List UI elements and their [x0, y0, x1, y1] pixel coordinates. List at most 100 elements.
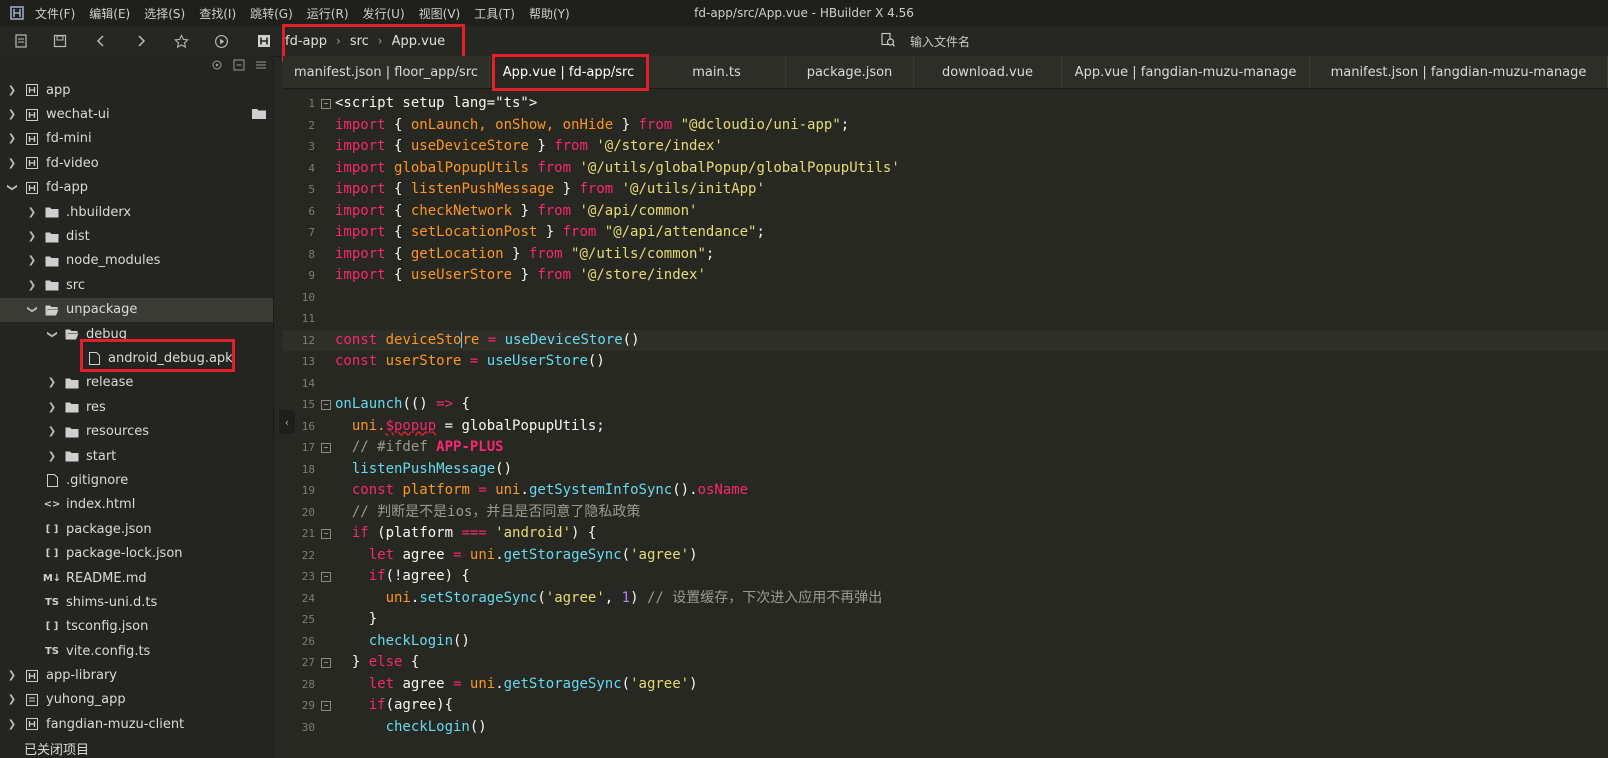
tab-label: download.vue	[942, 64, 1033, 80]
tree-item[interactable]: ❯ node_modules	[0, 249, 273, 273]
tree-item[interactable]: M↓ README.md	[0, 566, 273, 590]
tree-item[interactable]: ❯ yuhong_app	[0, 688, 273, 712]
menu-bar: 文件(F) 编辑(E) 选择(S) 查找(I) 跳转(G) 运行(R) 发行(U…	[0, 0, 1608, 26]
tree-item-label: debug	[86, 326, 127, 342]
folder-icon[interactable]	[251, 107, 267, 124]
tree-item[interactable]: ❯ .hbuilderx	[0, 200, 273, 224]
tree-item[interactable]: ❯ dist	[0, 224, 273, 248]
code-text: import { useDeviceStore } from '@/store/…	[335, 138, 723, 154]
locate-icon[interactable]	[211, 59, 223, 79]
menu-select[interactable]: 选择(S)	[144, 5, 185, 22]
fold-toggle-icon[interactable]: −	[321, 529, 331, 539]
code-line: 15 − onLaunch(() => {	[283, 394, 1608, 416]
tree-item-label: fd-app	[46, 180, 88, 196]
tree-item[interactable]: ❯ res	[0, 395, 273, 419]
fold-toggle-icon[interactable]: −	[321, 572, 331, 582]
collapse-all-icon[interactable]	[233, 59, 245, 79]
tree-item-label: release	[86, 375, 134, 391]
tree-item[interactable]: ❯ fangdian-muzu-client	[0, 712, 273, 736]
project-icon	[24, 156, 40, 170]
file-tree: ❯ app ❯ wechat-ui ❯ fd-mini ❯ fd-video ❯…	[0, 78, 273, 758]
fold-toggle-icon[interactable]: −	[321, 400, 331, 410]
tab-download-vue[interactable]: download.vue	[914, 56, 1062, 88]
menu-view[interactable]: 视图(V)	[419, 5, 461, 22]
markdown-icon: M↓	[42, 572, 62, 584]
closed-projects-item[interactable]: 已关闭项目	[0, 737, 273, 758]
tab-main-ts[interactable]: main.ts	[648, 56, 786, 88]
tree-item[interactable]: TS shims-uni.d.ts	[0, 590, 273, 614]
tree-item[interactable]: ❯ fd-video	[0, 151, 273, 175]
breadcrumb-item-src[interactable]: src	[350, 34, 369, 49]
forward-icon[interactable]	[133, 33, 149, 49]
code-text: const userStore = useUserStore()	[335, 353, 605, 369]
tab-manifest-floor-app[interactable]: manifest.json | floor_app/src	[283, 56, 490, 88]
tree-item[interactable]: ❯ app-library	[0, 663, 273, 687]
menu-find[interactable]: 查找(I)	[199, 5, 236, 22]
back-icon[interactable]	[93, 33, 109, 49]
chevron-right-icon: ❯	[7, 694, 17, 706]
code-editor[interactable]: 1 − <script setup lang="ts"> 2 import { …	[283, 88, 1608, 758]
tree-item[interactable]: ❯ debug	[0, 322, 273, 346]
fold-toggle-icon[interactable]: −	[321, 701, 331, 711]
chevron-right-icon: ❯	[7, 133, 17, 145]
tree-item[interactable]: ❯ unpackage	[0, 297, 273, 322]
tree-item[interactable]: ❯ app	[0, 78, 273, 102]
menu-icon[interactable]	[255, 59, 267, 79]
line-number: 28	[301, 677, 315, 691]
tree-item-label: app	[46, 82, 71, 98]
file-search-icon	[880, 32, 896, 51]
tree-item-android-debug-apk[interactable]: android_debug.apk	[0, 346, 273, 370]
line-number: 30	[301, 720, 315, 734]
tree-item[interactable]: ❯ fd-mini	[0, 127, 273, 151]
code-text: import { checkNetwork } from '@/api/comm…	[335, 202, 698, 219]
code-line: 5 import { listenPushMessage } from '@/u…	[283, 179, 1608, 201]
tree-item[interactable]: ❯ release	[0, 371, 273, 395]
new-file-icon[interactable]	[13, 33, 29, 49]
fold-toggle-icon[interactable]: −	[321, 443, 331, 453]
fold-toggle-icon[interactable]: −	[321, 658, 331, 668]
tree-item-label: vite.config.ts	[66, 643, 151, 659]
menu-tools[interactable]: 工具(T)	[474, 5, 515, 22]
tree-item[interactable]: ❯ fd-app	[0, 176, 273, 200]
breadcrumb-item-app-vue[interactable]: App.vue	[392, 34, 445, 49]
tree-item[interactable]: ❯ wechat-ui	[0, 102, 273, 126]
save-icon[interactable]	[52, 33, 68, 49]
star-icon[interactable]	[173, 33, 189, 49]
fold-toggle-icon[interactable]: −	[321, 99, 331, 109]
tree-item[interactable]: [ ] package.json	[0, 517, 273, 541]
folder-icon	[64, 400, 80, 414]
breadcrumb-item-fd-app[interactable]: fd-app	[285, 34, 327, 49]
tree-item[interactable]: TS vite.config.ts	[0, 639, 273, 663]
menu-run[interactable]: 运行(R)	[307, 5, 349, 22]
tree-item[interactable]: ❯ src	[0, 273, 273, 297]
line-number: 22	[301, 548, 315, 562]
menu-publish[interactable]: 发行(U)	[363, 5, 405, 22]
tab-manifest-fangdian[interactable]: manifest.json | fangdian-muzu-manage	[1310, 56, 1608, 88]
project-icon	[24, 132, 40, 146]
folder-icon	[64, 449, 80, 463]
tab-app-vue-fangdian[interactable]: App.vue | fangdian-muzu-manage	[1062, 56, 1310, 88]
menu-edit[interactable]: 编辑(E)	[89, 5, 130, 22]
code-text: import { setLocationPost } from "@/api/a…	[335, 224, 765, 240]
line-number: 10	[301, 290, 315, 304]
line-number: 5	[308, 183, 315, 196]
menu-goto[interactable]: 跳转(G)	[250, 5, 293, 22]
project-explorer: ❯ app ❯ wechat-ui ❯ fd-mini ❯ fd-video ❯…	[0, 56, 274, 758]
menu-help[interactable]: 帮助(Y)	[529, 5, 570, 22]
code-line: 13 const userStore = useUserStore()	[283, 351, 1608, 373]
menu-file[interactable]: 文件(F)	[35, 5, 75, 22]
tab-package-json[interactable]: package.json	[786, 56, 914, 88]
tree-item[interactable]: <> index.html	[0, 493, 273, 517]
code-line: 3 import { useDeviceStore } from '@/stor…	[283, 136, 1608, 158]
tree-item[interactable]: [ ] tsconfig.json	[0, 615, 273, 639]
tab-app-vue-fd-app[interactable]: App.vue | fd-app/src	[490, 56, 648, 88]
tree-item[interactable]: ❯ resources	[0, 419, 273, 443]
file-search-input[interactable]: 输入文件名	[910, 33, 970, 50]
folder-icon	[64, 376, 80, 390]
tree-item[interactable]: ❯ start	[0, 444, 273, 468]
run-icon[interactable]	[213, 33, 229, 49]
tree-item[interactable]: .gitignore	[0, 468, 273, 492]
file-search[interactable]: 输入文件名	[880, 32, 970, 51]
tree-item[interactable]: [ ] package-lock.json	[0, 541, 273, 565]
chevron-right-icon: ❯	[27, 206, 37, 218]
